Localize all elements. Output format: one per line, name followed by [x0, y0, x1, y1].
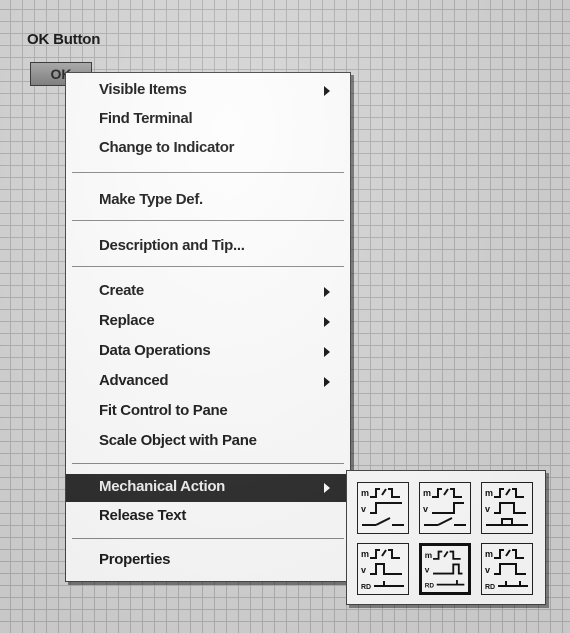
v-label: v — [423, 504, 428, 514]
m-label: m — [485, 488, 493, 498]
submenu-arrow-icon — [324, 377, 330, 387]
menu-separator — [72, 463, 344, 464]
menu-item-fit-control-to-pane[interactable]: Fit Control to Pane — [66, 398, 350, 426]
m-label: m — [425, 551, 432, 560]
menu-item-label: Change to Indicator — [99, 139, 235, 156]
menu-item-label: Scale Object with Pane — [99, 432, 257, 449]
switch-when-pressed-icon[interactable]: m v — [357, 482, 409, 534]
m-label: m — [361, 488, 369, 498]
v-label: v — [425, 566, 430, 575]
menu-separator — [72, 266, 344, 267]
latch-when-released-icon[interactable]: m v RD — [419, 543, 471, 595]
mechanical-action-palette: m v m v m v m v RD m v RD m v RD — [346, 470, 546, 605]
submenu-arrow-icon — [324, 86, 330, 96]
context-menu: Visible Items Find Terminal Change to In… — [65, 72, 351, 582]
submenu-arrow-icon — [324, 483, 330, 493]
v-label: v — [361, 565, 366, 575]
submenu-arrow-icon — [324, 347, 330, 357]
menu-separator — [72, 220, 344, 221]
menu-item-properties[interactable]: Properties — [66, 547, 350, 575]
control-label: OK Button — [27, 31, 101, 48]
rd-label: RD — [361, 584, 371, 591]
v-label: v — [485, 565, 490, 575]
v-label: v — [361, 504, 366, 514]
menu-item-label: Mechanical Action — [99, 478, 226, 495]
menu-item-data-operations[interactable]: Data Operations — [66, 338, 350, 366]
menu-separator — [72, 538, 344, 539]
menu-item-find-terminal[interactable]: Find Terminal — [66, 106, 350, 134]
menu-item-replace[interactable]: Replace — [66, 308, 350, 336]
m-label: m — [423, 488, 431, 498]
m-label: m — [361, 549, 369, 559]
menu-item-label: Replace — [99, 312, 155, 329]
v-label: v — [485, 504, 490, 514]
menu-item-label: Data Operations — [99, 342, 211, 359]
menu-item-advanced[interactable]: Advanced — [66, 368, 350, 396]
menu-item-release-text[interactable]: Release Text — [66, 503, 350, 531]
menu-separator — [72, 172, 344, 173]
rd-label: RD — [425, 582, 435, 589]
menu-item-label: Visible Items — [99, 81, 187, 98]
submenu-arrow-icon — [324, 287, 330, 297]
switch-when-released-icon[interactable]: m v — [419, 482, 471, 534]
latch-when-pressed-icon[interactable]: m v RD — [357, 543, 409, 595]
menu-item-label: Description and Tip... — [99, 237, 245, 254]
switch-until-released-icon[interactable]: m v — [481, 482, 533, 534]
menu-item-label: Advanced — [99, 372, 169, 389]
rd-label: RD — [485, 584, 495, 591]
m-label: m — [485, 549, 493, 559]
menu-item-scale-object-with-pane[interactable]: Scale Object with Pane — [66, 428, 350, 456]
menu-item-label: Find Terminal — [99, 110, 193, 127]
menu-item-description-and-tip[interactable]: Description and Tip... — [66, 233, 350, 261]
submenu-arrow-icon — [324, 317, 330, 327]
menu-item-label: Make Type Def. — [99, 191, 203, 208]
menu-item-make-type-def[interactable]: Make Type Def. — [66, 187, 350, 215]
menu-item-create[interactable]: Create — [66, 278, 350, 306]
menu-item-visible-items[interactable]: Visible Items — [66, 77, 350, 105]
menu-item-mechanical-action[interactable]: Mechanical Action — [66, 474, 350, 502]
menu-item-change-to-indicator[interactable]: Change to Indicator — [66, 135, 350, 163]
latch-until-released-icon[interactable]: m v RD — [481, 543, 533, 595]
menu-item-label: Create — [99, 282, 144, 299]
front-panel-grid: OK Button OK Visible Items Find Terminal… — [0, 0, 570, 633]
menu-item-label: Release Text — [99, 507, 187, 524]
menu-item-label: Fit Control to Pane — [99, 402, 228, 419]
menu-item-label: Properties — [99, 551, 171, 568]
